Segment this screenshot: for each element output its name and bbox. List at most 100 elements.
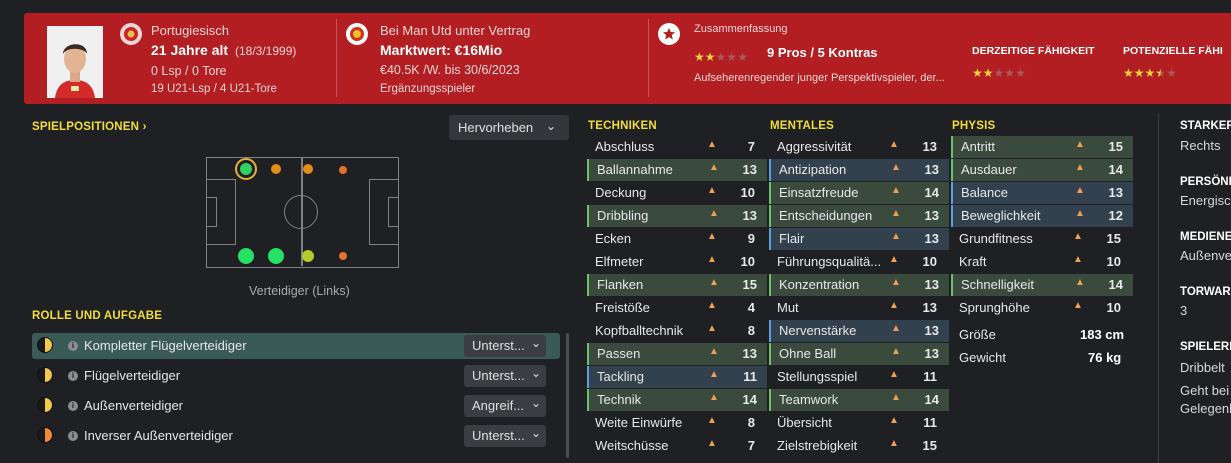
attribute-row[interactable]: Technik ▲ 14 [587, 389, 767, 411]
attribute-value: 10 [922, 254, 937, 269]
attribute-row[interactable]: Kopfballtechnik ▲ 8 [587, 320, 765, 342]
attribute-row[interactable]: Beweglichkeit ▲ 12 [951, 205, 1133, 227]
attribute-row[interactable]: Zielstrebigkeit ▲ 15 [769, 435, 947, 457]
attribute-row[interactable]: Grundfitness ▲ 15 [951, 228, 1131, 250]
attribute-name: Flanken [597, 277, 644, 292]
position-dot-dr[interactable] [302, 250, 314, 262]
position-dot-wbl[interactable] [240, 163, 252, 175]
arrow-up-icon: ▲ [891, 277, 901, 288]
role-row[interactable]: i Inverser Außenverteidiger Unterst... ⌄ [32, 423, 560, 449]
duty-select-value: Unterst... [472, 338, 525, 353]
attribute-name: Ausdauer [961, 162, 1017, 177]
role-row[interactable]: i Flügelverteidiger Unterst... ⌄ [32, 363, 560, 389]
attribute-row[interactable]: Passen ▲ 13 [587, 343, 767, 365]
position-dot-dm[interactable] [339, 252, 347, 260]
info-icon[interactable]: i [68, 371, 78, 381]
attribute-row[interactable]: Kraft ▲ 10 [951, 251, 1131, 273]
attribute-value: 10 [740, 185, 755, 200]
duty-select[interactable]: Unterst... ⌄ [464, 425, 546, 447]
arrow-up-icon: ▲ [707, 231, 717, 242]
attribute-row[interactable]: Flanken ▲ 15 [587, 274, 767, 296]
attribute-value: 8 [747, 323, 755, 338]
attribute-row[interactable]: Stellungsspiel ▲ 11 [769, 366, 947, 388]
attribute-row[interactable]: Teamwork ▲ 14 [769, 389, 949, 411]
attribute-row[interactable]: Ausdauer ▲ 14 [951, 159, 1133, 181]
position-dot-ml[interactable] [303, 164, 313, 174]
attribute-name: Ballannahme [597, 162, 673, 177]
role-row[interactable]: i Außenverteidiger Angreif... ⌄ [32, 393, 560, 419]
potential-ability-star-icon: ★ [1123, 66, 1134, 80]
arrow-up-icon: ▲ [709, 369, 719, 380]
attribute-row[interactable]: Entscheidungen ▲ 13 [769, 205, 949, 227]
role-name: Flügelverteidiger [84, 368, 181, 383]
attribute-row[interactable]: Weitschüsse ▲ 7 [587, 435, 765, 457]
attribute-name: Kraft [959, 254, 987, 269]
attribute-row[interactable]: Abschluss ▲ 7 [587, 136, 765, 158]
attribute-row[interactable]: Flair ▲ 13 [769, 228, 949, 250]
attribute-row[interactable]: Antritt ▲ 15 [951, 136, 1133, 158]
role-row[interactable]: i Kompletter Flügelverteidiger Unterst... ⌄ [32, 333, 560, 359]
attribute-row[interactable]: Ballannahme ▲ 13 [587, 159, 767, 181]
attribute-row[interactable]: Sprunghöhe ▲ 10 [951, 297, 1131, 319]
attribute-row[interactable]: Ecken ▲ 9 [587, 228, 765, 250]
attribute-value: 13 [924, 162, 939, 177]
attribute-name: Mut [777, 300, 799, 315]
attribute-row[interactable]: Antizipation ▲ 13 [769, 159, 949, 181]
duty-select[interactable]: Angreif... ⌄ [464, 395, 546, 417]
preferred-foot-value: Rechts [1180, 138, 1221, 153]
attribute-row[interactable]: Nervenstärke ▲ 13 [769, 320, 949, 342]
nation-flag-icon [120, 23, 142, 45]
attribute-row[interactable]: Einsatzfreude ▲ 14 [769, 182, 949, 204]
info-icon[interactable]: i [68, 431, 78, 441]
position-dot-mr[interactable] [339, 166, 347, 174]
attribute-value: 14 [742, 392, 757, 407]
attribute-row[interactable]: Ohne Ball ▲ 13 [769, 343, 949, 365]
attribute-row[interactable]: Aggressivität ▲ 13 [769, 136, 947, 158]
position-dot-wbr[interactable] [271, 164, 281, 174]
attribute-row[interactable]: Deckung ▲ 10 [587, 182, 765, 204]
info-icon[interactable]: i [68, 341, 78, 351]
header-divider [336, 19, 337, 97]
summary-stars: ★★★★★ [694, 48, 748, 66]
arrow-up-icon: ▲ [709, 162, 719, 173]
role-name: Kompletter Flügelverteidiger [84, 338, 247, 353]
attribute-name: Kopfballtechnik [595, 323, 684, 338]
attribute-name: Grundfitness [959, 231, 1033, 246]
attribute-row[interactable]: Dribbling ▲ 13 [587, 205, 767, 227]
attribute-row[interactable]: Führungsqualitä... ▲ 10 [769, 251, 947, 273]
info-icon[interactable]: i [68, 401, 78, 411]
chevron-down-icon: ⌄ [531, 336, 542, 350]
preferred-foot-label: STARKER [1180, 120, 1231, 132]
attribute-row[interactable]: Freistöße ▲ 4 [587, 297, 765, 319]
summary-text[interactable]: Aufseherenregender junger Perspektivspie… [694, 72, 945, 84]
attribute-row[interactable]: Tackling ▲ 11 [587, 366, 767, 388]
attribute-row[interactable]: Übersicht ▲ 11 [769, 412, 947, 434]
attribute-row[interactable]: Mut ▲ 13 [769, 297, 947, 319]
duty-select[interactable]: Unterst... ⌄ [464, 335, 546, 357]
attribute-row[interactable]: Konzentration ▲ 13 [769, 274, 949, 296]
positions-title[interactable]: SPIELPOSITIONEN › [32, 121, 147, 133]
attribute-row[interactable]: Weite Einwürfe ▲ 8 [587, 412, 765, 434]
position-dot-dc[interactable] [268, 248, 284, 264]
current-ability-star-icon: ★ [1004, 66, 1016, 80]
attribute-name: Konzentration [779, 277, 860, 292]
arrow-up-icon: ▲ [891, 231, 901, 242]
summary-star-icon: ★ [737, 50, 748, 64]
duty-select-value: Unterst... [472, 368, 525, 383]
arrow-up-icon: ▲ [707, 254, 717, 265]
weight-value: 76 kg [1088, 350, 1122, 365]
chevron-down-icon: ⌄ [531, 426, 542, 440]
attribute-name: Tackling [597, 369, 644, 384]
position-dot-dl[interactable] [238, 248, 254, 264]
duty-select[interactable]: Unterst... ⌄ [464, 365, 546, 387]
highlight-select[interactable]: Hervorheben ⌄ [449, 115, 569, 140]
roles-scrollbar[interactable] [566, 333, 569, 458]
attribute-value: 14 [924, 185, 939, 200]
attribute-name: Antritt [961, 139, 995, 154]
height-value: 183 cm [1080, 327, 1125, 342]
u21-caps-goals: 19 U21-Lsp / 4 U21-Tore [151, 83, 277, 95]
attribute-row[interactable]: Elfmeter ▲ 10 [587, 251, 765, 273]
attribute-name: Zielstrebigkeit [777, 438, 858, 453]
attribute-row[interactable]: Balance ▲ 13 [951, 182, 1133, 204]
attribute-row[interactable]: Schnelligkeit ▲ 14 [951, 274, 1133, 296]
